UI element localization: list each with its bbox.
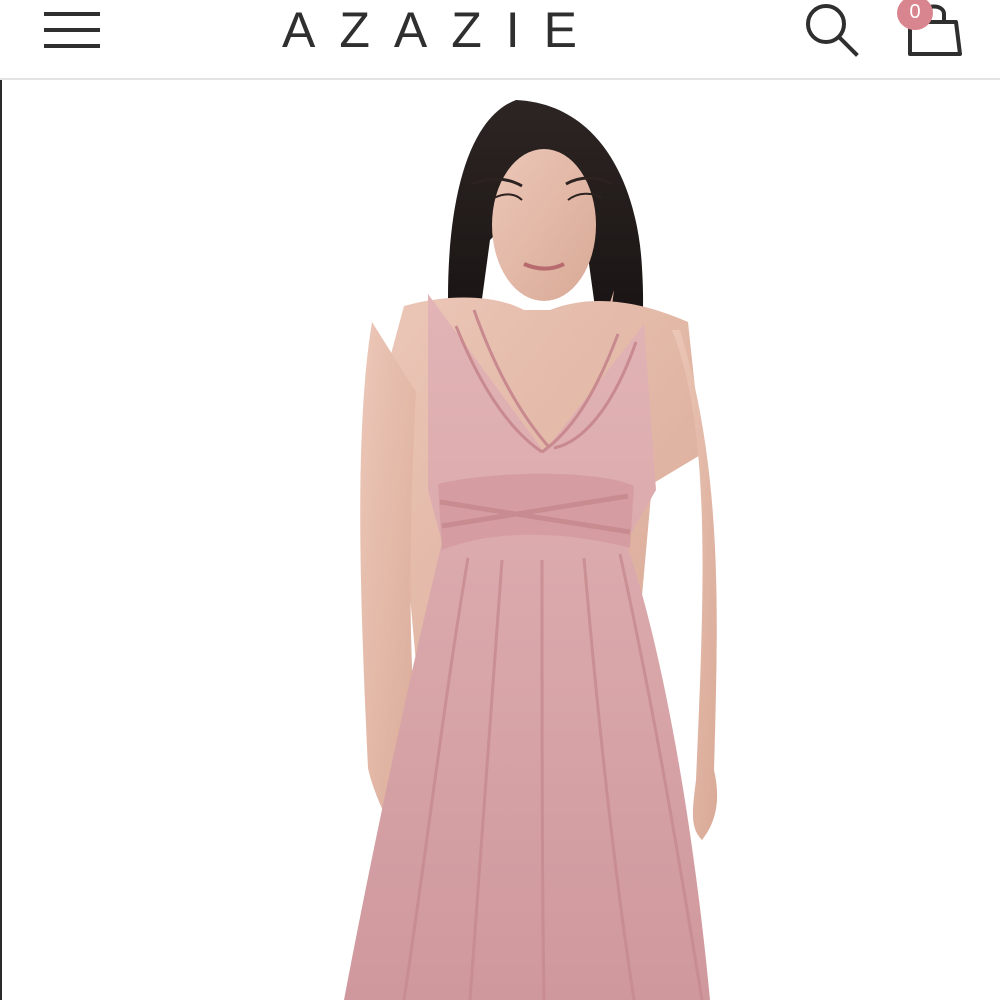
menu-button[interactable] bbox=[42, 6, 102, 54]
product-page: AZAZIE 0 bbox=[0, 0, 1000, 1000]
brand-logo[interactable]: AZAZIE bbox=[282, 2, 628, 58]
model-in-dress-image bbox=[344, 100, 718, 1000]
product-image[interactable] bbox=[2, 80, 1000, 1000]
site-header: AZAZIE 0 bbox=[0, 0, 1000, 80]
hamburger-menu-icon bbox=[44, 12, 100, 48]
search-button[interactable] bbox=[800, 0, 862, 60]
search-icon bbox=[806, 4, 859, 57]
